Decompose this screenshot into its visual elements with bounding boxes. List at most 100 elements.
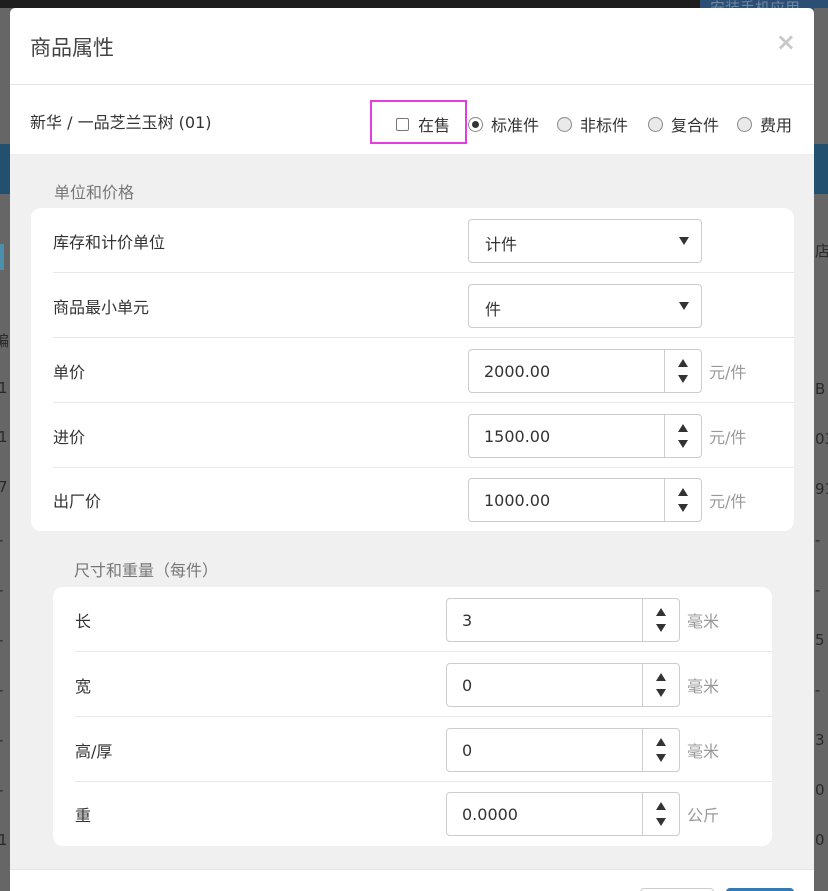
radio-selected-icon[interactable]: [468, 116, 483, 132]
radio-icon[interactable]: [648, 116, 663, 132]
spin-up-icon[interactable]: [656, 802, 666, 810]
spin-down-icon[interactable]: [656, 754, 666, 762]
background-cell: 0: [815, 831, 825, 849]
unit-price-stepper[interactable]: [468, 349, 702, 393]
weight-input[interactable]: [447, 793, 643, 835]
spin-up-icon[interactable]: [678, 359, 688, 367]
spinner[interactable]: [642, 793, 679, 835]
background-cell: 1: [0, 379, 8, 397]
length-stepper[interactable]: [446, 598, 680, 642]
width-label: 宽: [75, 677, 92, 696]
price-panel: 库存和计价单位 计件 商品最小单元 件 单价 2000.00 元/件 进价 15…: [31, 208, 794, 531]
background-cell: 03: [815, 430, 828, 448]
modal-footer: [10, 869, 814, 891]
factory-price-input[interactable]: [469, 479, 665, 521]
purchase-price-input[interactable]: [469, 415, 665, 457]
length-unit: 毫米: [687, 612, 720, 631]
background-cell: -: [0, 731, 3, 749]
spinner[interactable]: [664, 415, 701, 457]
size-panel: 长 毫米 宽 毫: [53, 587, 772, 846]
height-label: 高/厚: [75, 742, 113, 761]
background-cell: 编: [0, 332, 10, 350]
length-row: 长 毫米: [75, 587, 772, 652]
on-sale-checkbox[interactable]: 在售: [396, 112, 450, 136]
unit-price-unit: 元/件: [709, 363, 747, 382]
background-cell: B: [815, 380, 826, 398]
background-cell: -: [0, 681, 3, 699]
caret-down-icon: [679, 237, 689, 245]
spin-down-icon[interactable]: [656, 818, 666, 826]
spin-up-icon[interactable]: [678, 424, 688, 432]
radio-label: 非标件: [580, 116, 629, 135]
factory-price-unit: 元/件: [709, 492, 747, 511]
spin-down-icon[interactable]: [678, 375, 688, 383]
spinner[interactable]: [642, 599, 679, 641]
width-input[interactable]: [447, 664, 643, 706]
size-section-title: 尺寸和重量（每件）: [74, 561, 219, 580]
spin-up-icon[interactable]: [656, 738, 666, 746]
background-band: [814, 144, 828, 194]
radio-label: 复合件: [671, 116, 720, 135]
radio-composite[interactable]: 复合件: [648, 112, 719, 136]
product-name: 新华 / 一品芝兰玉树 (01): [30, 113, 212, 132]
radio-label: 标准件: [491, 116, 540, 135]
factory-price-stepper[interactable]: [468, 478, 702, 522]
unit-price-row: 单价 元/件: [53, 338, 794, 403]
stock-unit-label: 库存和计价单位: [53, 233, 166, 252]
spin-up-icon[interactable]: [678, 488, 688, 496]
radio-nonstandard[interactable]: 非标件: [557, 112, 628, 136]
product-info-bar: 新华 / 一品芝兰玉树 (01) 在售 标准件 非标件 复合件 费用: [10, 85, 814, 154]
width-row: 宽 毫米: [75, 652, 772, 717]
unit-price-input[interactable]: [469, 350, 665, 392]
spin-down-icon[interactable]: [678, 440, 688, 448]
background-cell: 5: [815, 631, 825, 649]
spin-down-icon[interactable]: [678, 504, 688, 512]
min-unit-select[interactable]: 件: [468, 284, 702, 328]
background-cell: -: [815, 531, 821, 549]
spin-down-icon[interactable]: [656, 624, 666, 632]
background-left-column: 编 1 1 7 - - - - - - 1: [0, 8, 10, 891]
purchase-price-label: 进价: [53, 428, 86, 447]
width-unit: 毫米: [687, 677, 720, 696]
radio-standard[interactable]: 标准件: [468, 112, 539, 136]
height-row: 高/厚 毫米: [75, 717, 772, 782]
background-cell: -: [815, 581, 821, 599]
radio-icon[interactable]: [557, 116, 572, 132]
spinner[interactable]: [664, 479, 701, 521]
spinner[interactable]: [642, 664, 679, 706]
weight-row: 重 公斤: [75, 781, 772, 846]
modal-header: 商品属性 ×: [10, 8, 814, 85]
spin-up-icon[interactable]: [656, 673, 666, 681]
close-button[interactable]: ×: [776, 28, 796, 56]
spinner[interactable]: [664, 350, 701, 392]
weight-unit: 公斤: [687, 806, 720, 825]
background-button: [0, 244, 4, 270]
purchase-price-stepper[interactable]: [468, 414, 702, 458]
min-unit-label: 商品最小单元: [53, 298, 150, 317]
price-section-title: 单位和价格: [54, 183, 135, 202]
background-band: [0, 144, 10, 194]
spinner[interactable]: [642, 729, 679, 771]
spin-down-icon[interactable]: [656, 689, 666, 697]
background-cell: 0: [815, 781, 825, 799]
modal-title: 商品属性: [30, 36, 114, 60]
unit-price-label: 单价: [53, 363, 86, 382]
width-stepper[interactable]: [446, 663, 680, 707]
background-cell: 91: [815, 480, 828, 498]
length-label: 长: [75, 612, 92, 631]
radio-fee[interactable]: 费用: [737, 112, 792, 136]
spin-up-icon[interactable]: [656, 608, 666, 616]
radio-icon[interactable]: [737, 116, 752, 132]
background-cell: -: [0, 581, 3, 599]
background-cell: -: [815, 681, 821, 699]
background-cell: -: [0, 631, 3, 649]
background-cell: 1: [0, 831, 8, 849]
height-stepper[interactable]: [446, 728, 680, 772]
checkbox-icon[interactable]: [396, 117, 409, 131]
weight-stepper[interactable]: [446, 792, 680, 836]
height-input[interactable]: [447, 729, 643, 771]
stock-unit-select[interactable]: 计件: [468, 219, 702, 263]
height-unit: 毫米: [687, 742, 720, 761]
min-unit-value: 件: [485, 300, 502, 319]
length-input[interactable]: [447, 599, 643, 641]
